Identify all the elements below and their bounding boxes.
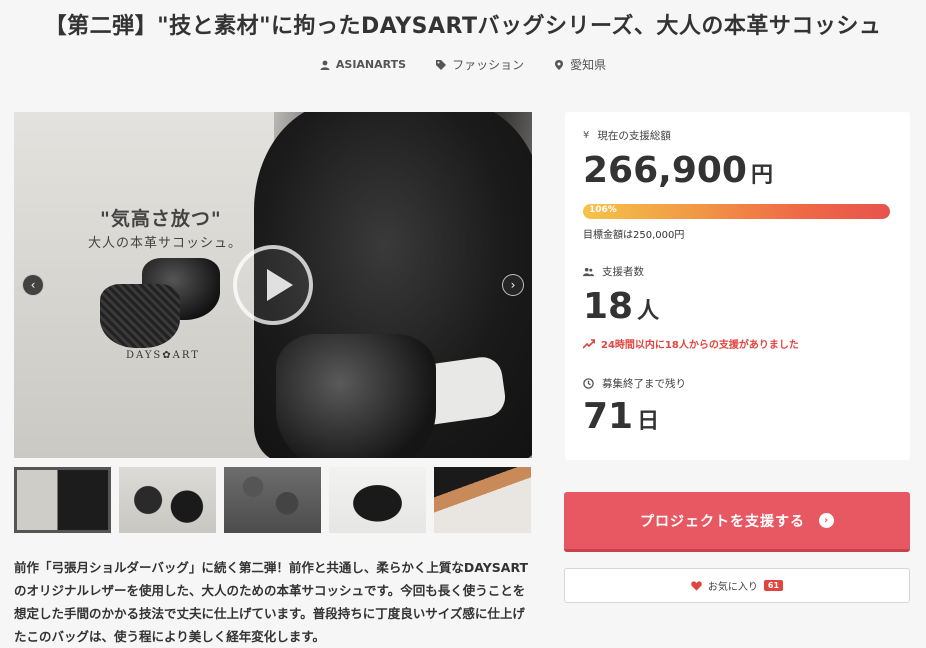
backers-unit: 人 (637, 299, 660, 324)
location-name: 愛知県 (570, 58, 607, 72)
progress-text: 106% (589, 205, 617, 215)
location-link[interactable]: 愛知県 (554, 56, 606, 73)
amount-value: 266,900 円 (583, 150, 773, 191)
featured-bag (276, 334, 436, 458)
favorite-button[interactable]: お気に入り 61 (564, 568, 910, 603)
goal-amount: 目標金額は250,000円 (583, 230, 685, 241)
favorite-count: 61 (763, 580, 784, 591)
hero-subcopy: 大人の本革サコッシュ。 (88, 236, 243, 251)
progress-bar: 106% (583, 204, 890, 219)
people-icon (583, 267, 594, 277)
favorite-label: お気に入り (707, 582, 758, 593)
amount-unit: 円 (750, 163, 773, 188)
heart-icon (691, 580, 702, 591)
clock-icon (583, 378, 594, 389)
category-link[interactable]: ファッション (436, 56, 524, 73)
days-unit: 日 (637, 409, 660, 434)
thumbnail-1[interactable] (14, 467, 111, 533)
play-icon[interactable] (233, 245, 313, 325)
amount-label: ¥ 現在の支援総額 (583, 130, 671, 142)
tag-icon (436, 59, 447, 70)
project-meta: ASIANARTS ファッション 愛知県 (0, 56, 926, 73)
location-icon (555, 59, 564, 70)
thumbnail-4[interactable] (329, 467, 426, 533)
backers-value: 18 人 (583, 286, 660, 327)
category-name: ファッション (452, 58, 525, 72)
brand-logo: DAYS✿ART (126, 350, 200, 361)
remaining-label: 募集終了まで残り (583, 376, 686, 391)
prev-slide-button[interactable]: ‹ (22, 274, 44, 296)
project-title: 【第二弾】"技と素材"に拘ったDAYSARTバッグシリーズ、大人の本革サコッシュ (44, 14, 882, 39)
main-image-slider[interactable]: "気高さ放つ" 大人の本革サコッシュ。 DAYS✿ART ‹ › (14, 112, 532, 458)
author-link[interactable]: ASIANARTS (320, 56, 406, 73)
yen-icon: ¥ (583, 130, 590, 141)
product-bag-quilted (100, 284, 180, 348)
thumbnail-2[interactable] (119, 467, 216, 533)
thumbnail-3[interactable] (224, 467, 321, 533)
funding-stats-panel: ¥ 現在の支援総額 266,900 円 106% 目標金額は250,000円 支援… (565, 112, 910, 460)
chevron-right-icon: › (819, 513, 834, 528)
backers-label: 支援者数 (583, 264, 644, 279)
project-description: 前作「弓張月ショルダーバッグ」に続く第二弾！前作と共通し、柔らかく上質なDAYS… (14, 560, 529, 644)
author-name: ASIANARTS (335, 58, 407, 71)
recent-activity: 24時間以内に18人からの支援がありました (583, 336, 799, 351)
thumbnail-5[interactable] (434, 467, 531, 533)
thumbnail-strip (14, 467, 532, 533)
trend-icon (583, 338, 595, 349)
days-value: 71 日 (583, 396, 660, 437)
support-project-button[interactable]: プロジェクトを支援する › (564, 492, 910, 552)
hero-catchcopy: "気高さ放つ" (100, 208, 222, 230)
next-slide-button[interactable]: › (502, 274, 524, 296)
user-icon (320, 60, 330, 70)
